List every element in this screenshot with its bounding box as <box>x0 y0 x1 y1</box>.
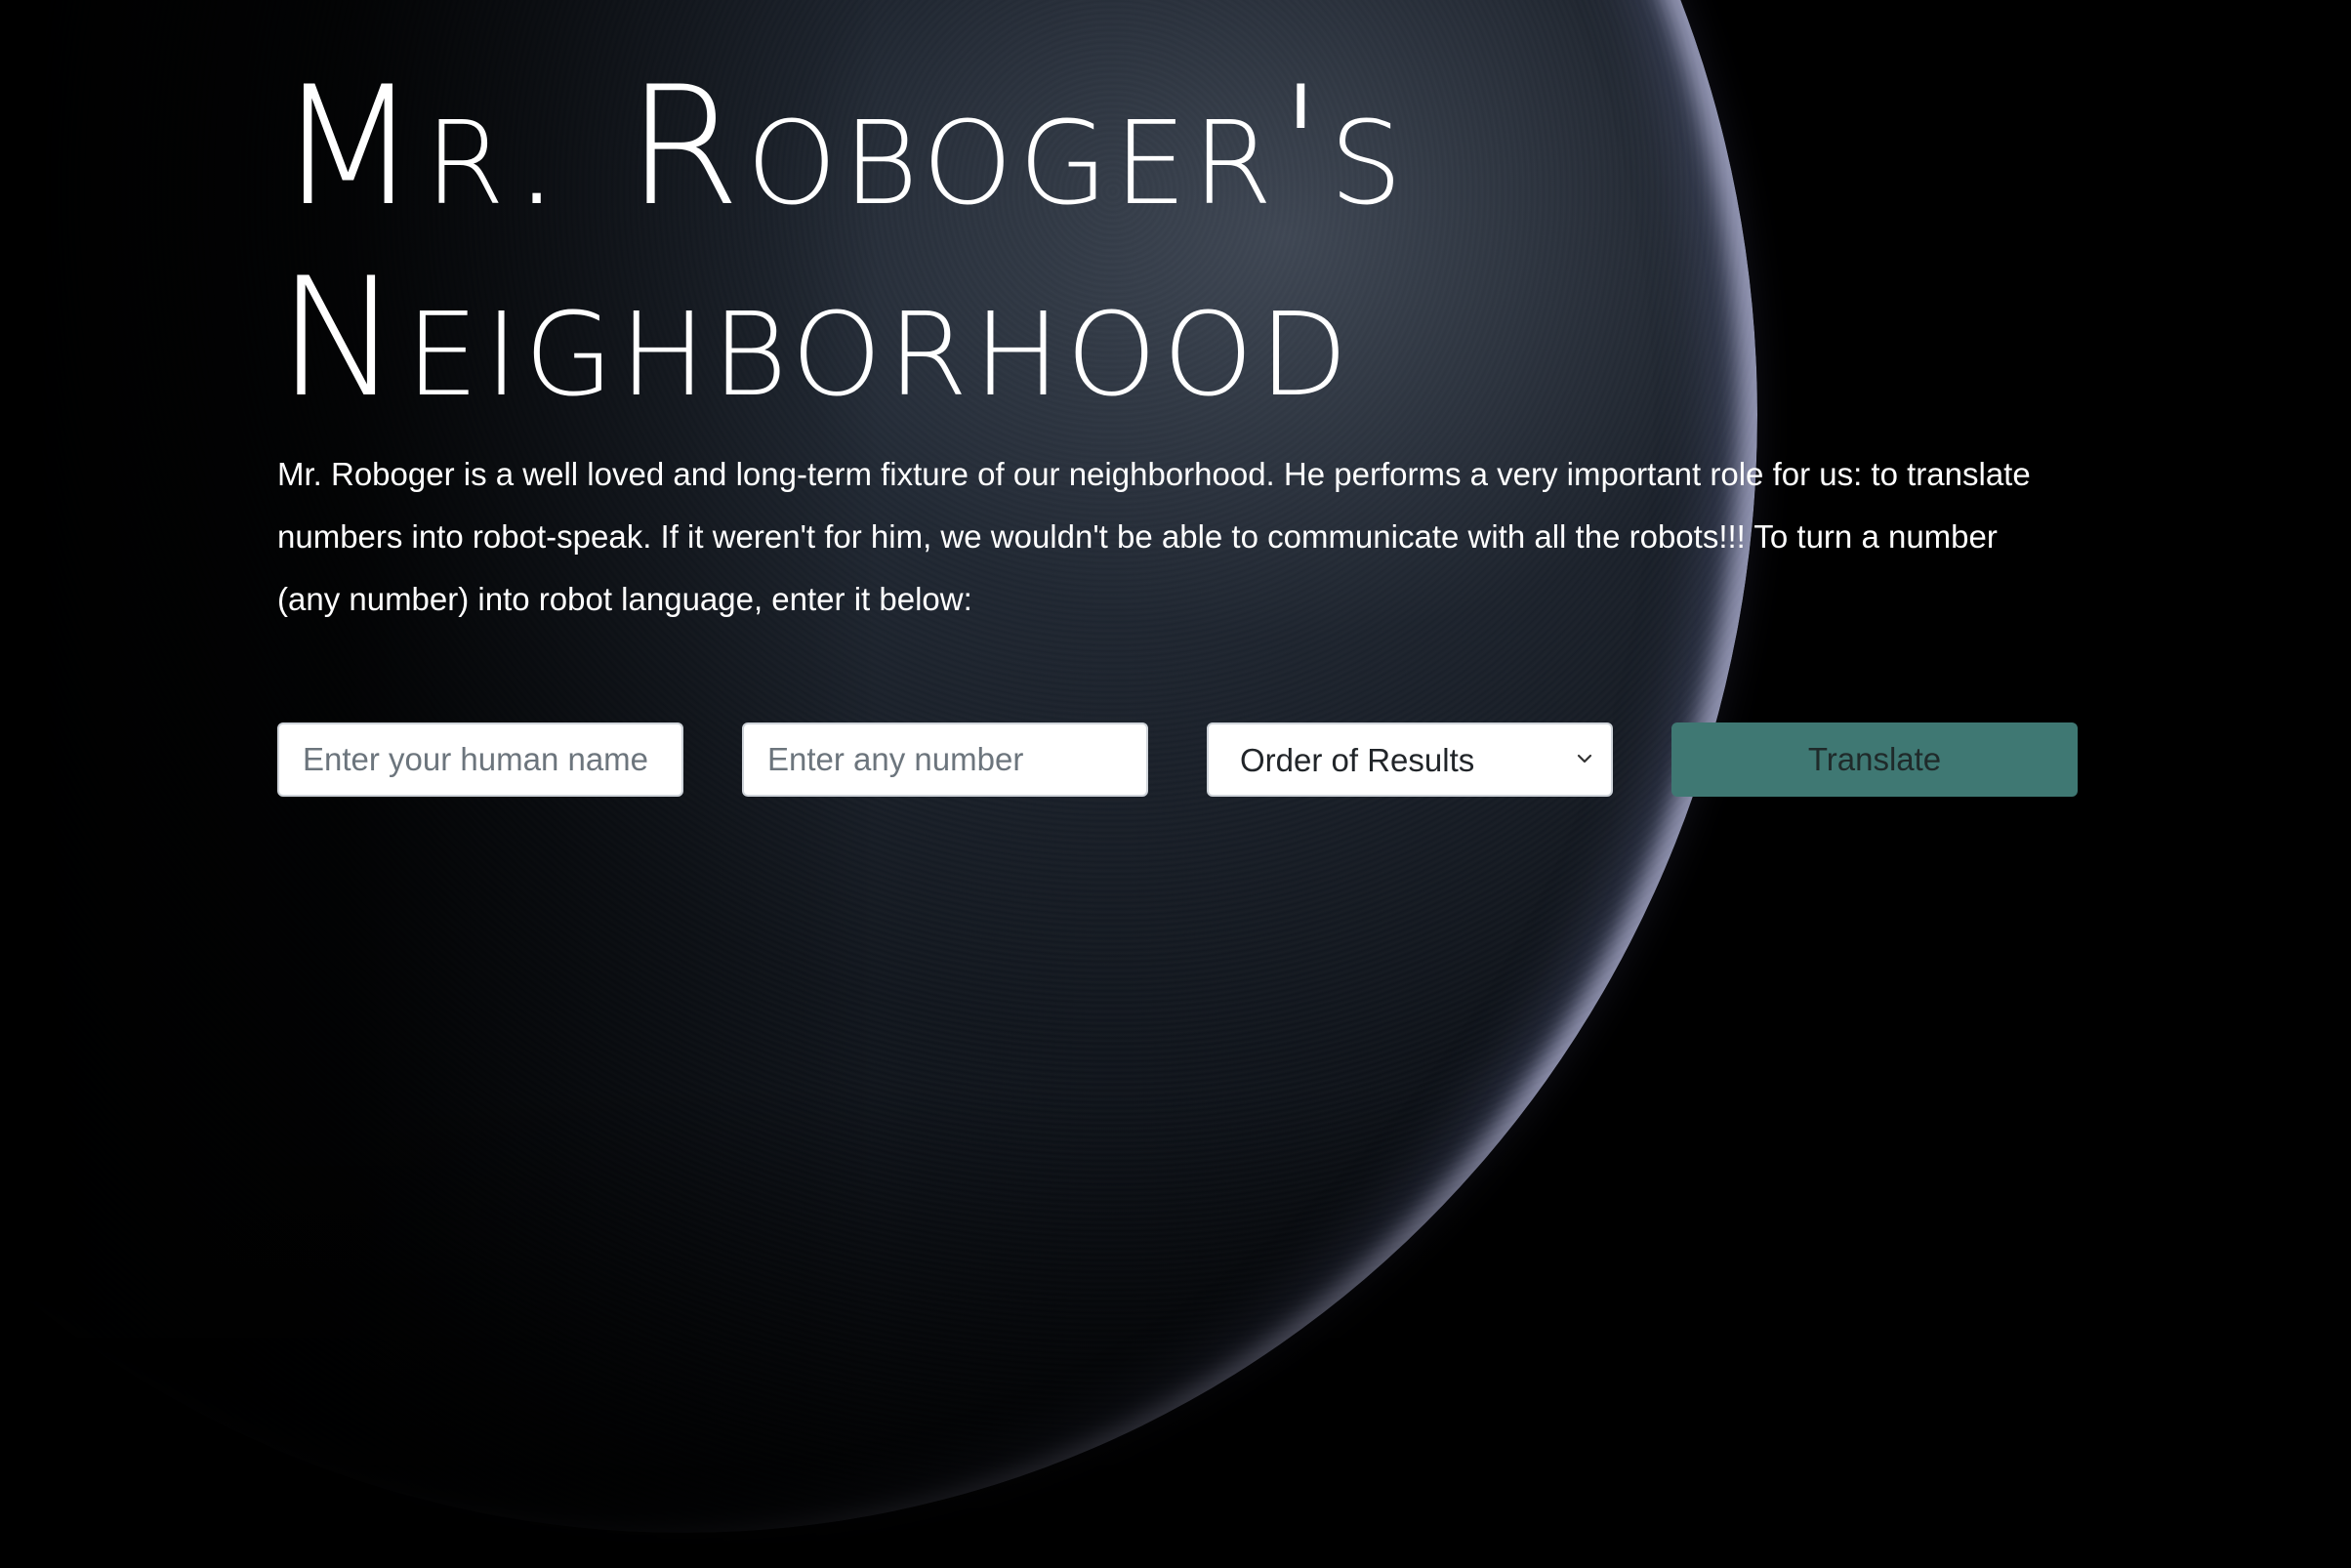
order-select-wrapper: Order of Results <box>1207 722 1613 797</box>
page-title-line-1: Mr. Roboger's <box>277 51 1409 242</box>
page-title: Mr. Roboger's Neighborhood <box>277 0 2074 433</box>
number-input[interactable] <box>742 722 1148 797</box>
background-shade-bottom <box>0 1080 2351 1568</box>
order-of-results-select[interactable]: Order of Results <box>1207 722 1613 797</box>
translate-button[interactable]: Translate <box>1671 722 2078 797</box>
page: Mr. Roboger's Neighborhood Mr. Roboger i… <box>0 0 2351 1568</box>
page-title-line-2: Neighborhood <box>277 242 1354 433</box>
main-content: Mr. Roboger's Neighborhood Mr. Roboger i… <box>277 0 2078 797</box>
translate-form: Order of Results Translate <box>277 722 2078 797</box>
human-name-input[interactable] <box>277 722 683 797</box>
intro-paragraph: Mr. Roboger is a well loved and long-ter… <box>277 456 2031 617</box>
